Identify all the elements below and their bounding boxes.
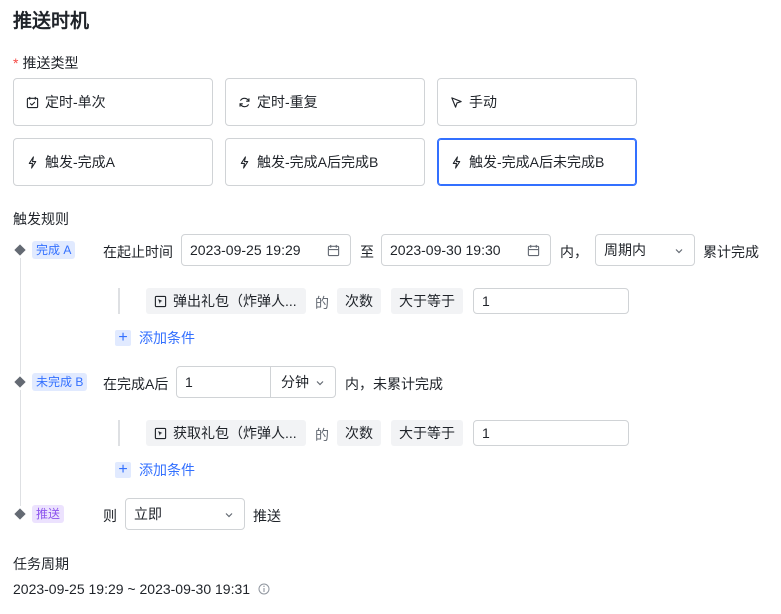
task-period-value: 2023-09-25 19:29 ~ 2023-09-30 19:31 xyxy=(13,581,270,597)
push-timing-select[interactable]: 立即 xyxy=(125,498,245,530)
operator-select-a[interactable]: 大于等于 xyxy=(391,288,463,314)
period-value: 周期内 xyxy=(604,242,646,258)
refresh-icon xyxy=(239,97,250,107)
add-condition-button-a[interactable]: + 添加条件 xyxy=(115,328,195,348)
chevron-down-icon xyxy=(675,249,683,254)
of-text: 的 xyxy=(315,295,329,311)
push-prefix: 则 xyxy=(103,508,117,524)
duration-value: 1 xyxy=(185,374,193,390)
option-scheduled-repeat[interactable]: 定时-重复 xyxy=(225,78,425,126)
event-name: 弹出礼包（炸弹人... xyxy=(173,293,297,309)
add-condition-button-b[interactable]: + 添加条件 xyxy=(115,460,195,480)
rule-b-prefix: 在完成A后 xyxy=(103,376,169,392)
event-icon xyxy=(154,427,167,439)
event-icon xyxy=(154,295,167,307)
rule-a-tag: 完成 A xyxy=(32,241,76,259)
push-type-label: * 推送类型 xyxy=(13,53,78,73)
timeline-node xyxy=(14,508,26,520)
required-mark: * xyxy=(13,55,19,71)
condition-group-bar xyxy=(118,288,120,314)
add-condition-label: 添加条件 xyxy=(139,330,195,346)
task-period-range: 2023-09-25 19:29 ~ 2023-09-30 19:31 xyxy=(13,581,251,597)
option-trigger-complete-a-not-b[interactable]: 触发-完成A后未完成B xyxy=(437,138,637,186)
option-trigger-complete-a[interactable]: 触发-完成A xyxy=(13,138,213,186)
event-select-a[interactable]: 弹出礼包（炸弹人... xyxy=(146,288,306,314)
plus-icon: + xyxy=(115,462,131,478)
start-time-input[interactable]: 2023-09-25 19:29 xyxy=(181,234,351,266)
value-text: 1 xyxy=(482,425,490,441)
condition-group-bar xyxy=(118,420,120,446)
push-type-label-text: 推送类型 xyxy=(22,55,79,71)
chevron-down-icon xyxy=(225,513,233,518)
metric-select-a[interactable]: 次数 xyxy=(337,288,381,314)
unit-select[interactable]: 分钟 xyxy=(270,366,336,398)
page-title: 推送时机 xyxy=(13,11,90,32)
end-time-input[interactable]: 2023-09-30 19:30 xyxy=(381,234,551,266)
timeline-node xyxy=(14,376,26,388)
metric-select-b[interactable]: 次数 xyxy=(337,420,381,446)
push-timing-value: 立即 xyxy=(134,506,162,522)
rule-a-suffix: 累计完成 xyxy=(703,244,759,260)
option-label: 手动 xyxy=(469,94,497,110)
option-manual[interactable]: 手动 xyxy=(437,78,637,126)
lightning-icon xyxy=(240,155,249,169)
option-label: 触发-完成A后完成B xyxy=(257,154,379,170)
lightning-icon xyxy=(28,155,37,169)
option-label: 定时-重复 xyxy=(257,94,318,110)
info-icon[interactable] xyxy=(258,583,270,595)
start-time-value: 2023-09-25 19:29 xyxy=(190,242,301,258)
timeline-node xyxy=(14,244,26,256)
event-name: 获取礼包（炸弹人... xyxy=(173,425,297,441)
timeline-line xyxy=(20,390,21,506)
of-text: 的 xyxy=(315,427,329,443)
lightning-icon xyxy=(452,155,461,169)
timeline-line xyxy=(20,258,21,374)
within-text: 内， xyxy=(560,244,588,260)
plus-icon: + xyxy=(115,330,131,346)
rule-a-prefix: 在起止时间 xyxy=(103,244,173,260)
chevron-down-icon xyxy=(316,381,324,386)
unit-value: 分钟 xyxy=(281,374,309,390)
duration-input[interactable]: 1 xyxy=(176,366,271,398)
cursor-icon xyxy=(451,96,462,108)
rule-b-suffix: 内，未累计完成 xyxy=(345,376,443,392)
push-tag: 推送 xyxy=(32,505,65,523)
rule-b-tag: 未完成 B xyxy=(32,373,88,391)
option-label: 触发-完成A后未完成B xyxy=(469,154,605,170)
end-time-value: 2023-09-30 19:30 xyxy=(390,242,501,258)
option-label: 定时-单次 xyxy=(45,94,106,110)
event-select-b[interactable]: 获取礼包（炸弹人... xyxy=(146,420,306,446)
calendar-icon xyxy=(327,244,340,257)
option-scheduled-once[interactable]: 定时-单次 xyxy=(13,78,213,126)
range-separator: 至 xyxy=(360,244,374,260)
calendar-check-icon xyxy=(26,96,39,108)
option-label: 触发-完成A xyxy=(45,154,115,170)
operator-select-b[interactable]: 大于等于 xyxy=(391,420,463,446)
add-condition-label: 添加条件 xyxy=(139,462,195,478)
period-select[interactable]: 周期内 xyxy=(595,234,695,266)
push-suffix: 推送 xyxy=(253,508,281,524)
option-trigger-complete-a-then-b[interactable]: 触发-完成A后完成B xyxy=(225,138,425,186)
value-input-a[interactable]: 1 xyxy=(473,288,629,314)
task-period-label: 任务周期 xyxy=(13,556,69,572)
calendar-icon xyxy=(527,244,540,257)
trigger-rules-label: 触发规则 xyxy=(13,211,69,227)
value-input-b[interactable]: 1 xyxy=(473,420,629,446)
value-text: 1 xyxy=(482,293,490,309)
